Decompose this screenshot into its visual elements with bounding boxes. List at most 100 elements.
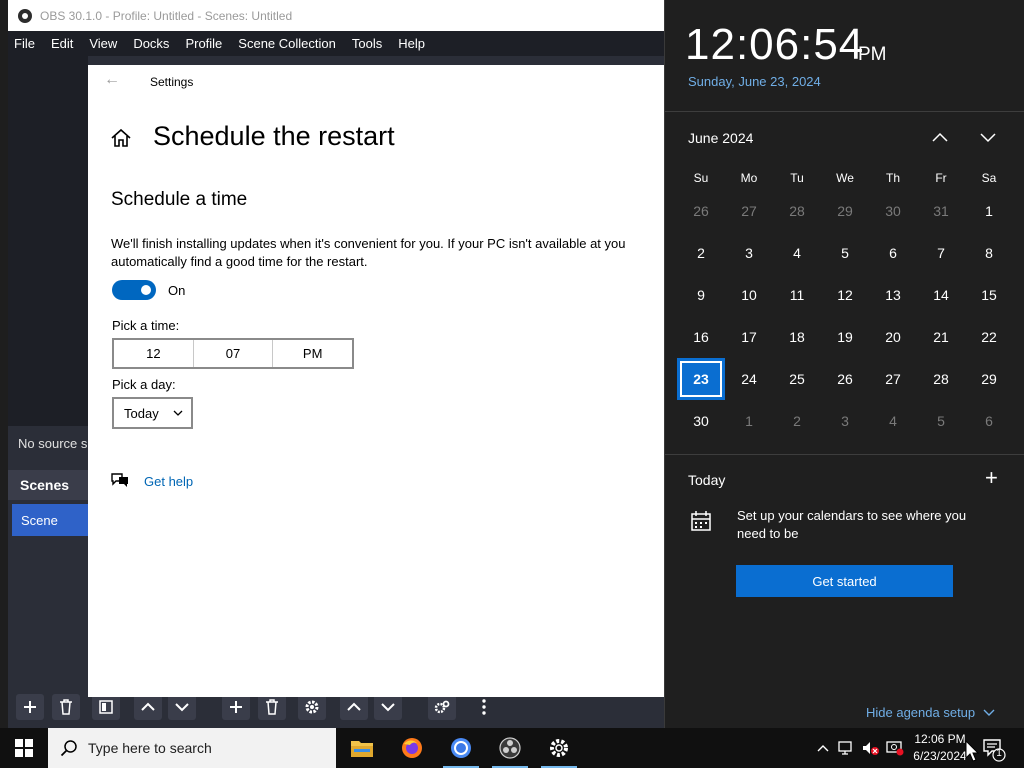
- calendar-day[interactable]: 10: [725, 274, 773, 316]
- calendar-day[interactable]: 8: [965, 232, 1013, 274]
- audio-advanced-settings-button[interactable]: [428, 694, 456, 720]
- menu-scene-collection[interactable]: Scene Collection: [238, 36, 336, 51]
- menu-help[interactable]: Help: [398, 36, 425, 51]
- calendar-day[interactable]: 29: [821, 190, 869, 232]
- calendar-day[interactable]: 30: [677, 400, 725, 442]
- menu-file[interactable]: File: [14, 36, 35, 51]
- action-center-button[interactable]: 1: [980, 736, 1008, 762]
- menu-docks[interactable]: Docks: [133, 36, 169, 51]
- calendar-day[interactable]: 16: [677, 316, 725, 358]
- calendar-day[interactable]: 1: [965, 190, 1013, 232]
- calendar-day[interactable]: 13: [869, 274, 917, 316]
- add-event-button[interactable]: +: [985, 467, 998, 489]
- source-move-down-button[interactable]: [374, 694, 402, 720]
- scene-move-up-button[interactable]: [134, 694, 162, 720]
- calendar-day[interactable]: 28: [773, 190, 821, 232]
- next-month-button[interactable]: [979, 130, 997, 144]
- time-ampm[interactable]: PM: [273, 340, 352, 367]
- page-title: Schedule the restart: [153, 121, 395, 151]
- menu-edit[interactable]: Edit: [51, 36, 73, 51]
- back-arrow-icon[interactable]: ←: [104, 71, 120, 89]
- source-properties-button[interactable]: [298, 694, 326, 720]
- calendar-day[interactable]: 18: [773, 316, 821, 358]
- time-hour[interactable]: 12: [114, 340, 194, 367]
- calendar-day[interactable]: 26: [677, 190, 725, 232]
- calendar-day[interactable]: 24: [725, 358, 773, 400]
- calendar-day[interactable]: 5: [821, 232, 869, 274]
- more-options-button[interactable]: [470, 694, 498, 720]
- menu-view[interactable]: View: [89, 36, 117, 51]
- volume-tray-icon[interactable]: [862, 739, 880, 757]
- calendar-day[interactable]: 21: [917, 316, 965, 358]
- previous-month-button[interactable]: [931, 130, 949, 144]
- show-hidden-icons-button[interactable]: [814, 739, 832, 757]
- gears-icon: [434, 700, 450, 714]
- taskbar-clock[interactable]: 12:06 PM 6/23/2024: [908, 731, 972, 765]
- obs-preview-area[interactable]: [8, 56, 88, 426]
- network-tray-icon[interactable]: [838, 739, 856, 757]
- calendar-day[interactable]: 7: [917, 232, 965, 274]
- menu-tools[interactable]: Tools: [352, 36, 382, 51]
- search-input[interactable]: [88, 740, 318, 756]
- calendar-day[interactable]: 4: [773, 232, 821, 274]
- menu-profile[interactable]: Profile: [185, 36, 222, 51]
- hide-agenda-setup-link[interactable]: Hide agenda setup: [866, 705, 995, 720]
- calendar-month-title[interactable]: June 2024: [688, 130, 753, 146]
- time-picker[interactable]: 12 07 PM: [112, 338, 354, 369]
- calendar-day[interactable]: 3: [821, 400, 869, 442]
- calendar-day[interactable]: 12: [821, 274, 869, 316]
- taskbar-search-box[interactable]: [48, 728, 336, 768]
- taskbar-settings[interactable]: [535, 728, 583, 768]
- calendar-day[interactable]: 29: [965, 358, 1013, 400]
- taskbar-firefox[interactable]: [388, 728, 436, 768]
- get-help-link[interactable]: Get help: [144, 474, 193, 489]
- calendar-day[interactable]: 9: [677, 274, 725, 316]
- calendar-day[interactable]: 6: [869, 232, 917, 274]
- taskbar-file-explorer[interactable]: [338, 728, 386, 768]
- calendar-day[interactable]: 28: [917, 358, 965, 400]
- calendar-day[interactable]: 19: [821, 316, 869, 358]
- calendar-day[interactable]: 27: [869, 358, 917, 400]
- calendar-day[interactable]: 1: [725, 400, 773, 442]
- input-tray-icon[interactable]: [886, 739, 904, 757]
- calendar-day[interactable]: 17: [725, 316, 773, 358]
- agenda-setup-message: Set up your calendars to see where you n…: [737, 508, 967, 541]
- calendar-day-today[interactable]: 23: [677, 358, 725, 400]
- remove-scene-button[interactable]: [52, 694, 80, 720]
- flyout-date-link[interactable]: Sunday, June 23, 2024: [688, 74, 821, 89]
- home-icon[interactable]: [110, 128, 132, 148]
- get-started-button[interactable]: Get started: [736, 565, 953, 597]
- calendar-day[interactable]: 2: [677, 232, 725, 274]
- start-button[interactable]: [0, 728, 48, 768]
- day-select[interactable]: Today: [112, 397, 193, 429]
- source-move-up-button[interactable]: [340, 694, 368, 720]
- calendar-day[interactable]: 25: [773, 358, 821, 400]
- calendar-day[interactable]: 4: [869, 400, 917, 442]
- calendar-day[interactable]: 14: [917, 274, 965, 316]
- calendar-day[interactable]: 30: [869, 190, 917, 232]
- time-minute[interactable]: 07: [194, 340, 274, 367]
- calendar-day[interactable]: 22: [965, 316, 1013, 358]
- taskbar-obs[interactable]: [486, 728, 534, 768]
- search-icon: [60, 740, 77, 757]
- calendar-day[interactable]: 20: [869, 316, 917, 358]
- scene-move-down-button[interactable]: [168, 694, 196, 720]
- scene-list-item[interactable]: Scene: [12, 504, 88, 536]
- scene-filters-button[interactable]: [92, 694, 120, 720]
- remove-source-button[interactable]: [258, 694, 286, 720]
- calendar-day[interactable]: 15: [965, 274, 1013, 316]
- calendar-day[interactable]: 6: [965, 400, 1013, 442]
- calendar-day[interactable]: 2: [773, 400, 821, 442]
- obs-titlebar[interactable]: OBS 30.1.0 - Profile: Untitled - Scenes:…: [8, 0, 664, 31]
- taskbar-chrome[interactable]: [437, 728, 485, 768]
- calendar-day[interactable]: 11: [773, 274, 821, 316]
- calendar-day[interactable]: 3: [725, 232, 773, 274]
- more-vertical-icon: [482, 699, 486, 715]
- calendar-day[interactable]: 5: [917, 400, 965, 442]
- add-scene-button[interactable]: [16, 694, 44, 720]
- calendar-day[interactable]: 27: [725, 190, 773, 232]
- add-source-button[interactable]: [222, 694, 250, 720]
- calendar-day[interactable]: 26: [821, 358, 869, 400]
- calendar-day[interactable]: 31: [917, 190, 965, 232]
- auto-restart-toggle[interactable]: [112, 280, 156, 300]
